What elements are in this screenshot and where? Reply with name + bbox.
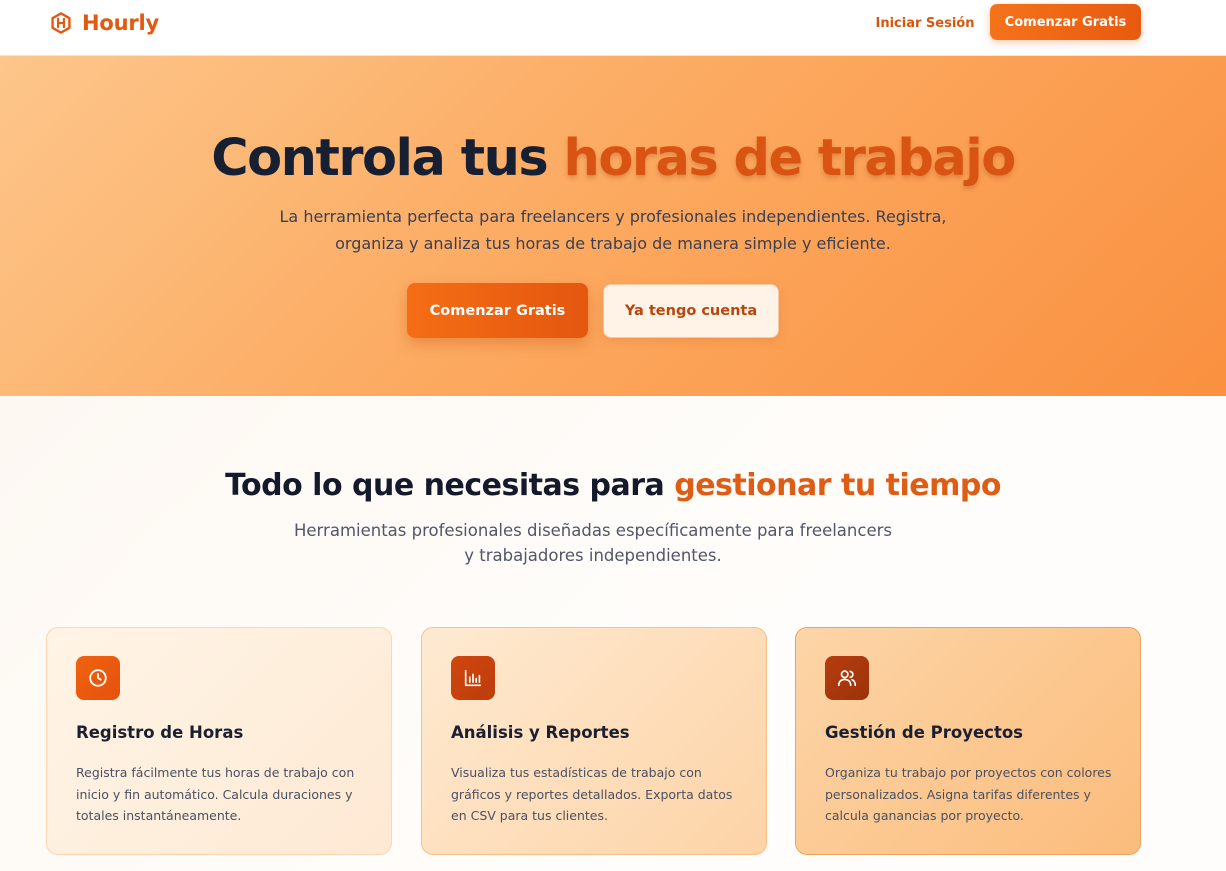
feature-card-analytics: Análisis y Reportes Visualiza tus estadí… xyxy=(421,627,767,855)
brand-name: Hourly xyxy=(82,11,159,35)
hero-section: Controla tus horas de trabajo La herrami… xyxy=(0,56,1226,396)
features-section: Todo lo que necesitas para gestionar tu … xyxy=(0,396,1226,871)
hero-subtitle: La herramienta perfecta para freelancers… xyxy=(279,207,947,253)
brand-link[interactable]: Hourly xyxy=(50,10,159,36)
feature-card-description: Organiza tu trabajo por proyectos con co… xyxy=(825,765,1112,823)
feature-card-title: Registro de Horas xyxy=(76,723,244,742)
users-icon xyxy=(825,656,869,700)
top-navbar: Hourly Iniciar Sesión Comenzar Gratis xyxy=(0,0,1226,56)
login-link[interactable]: Iniciar Sesión xyxy=(870,13,980,33)
features-subtitle: Herramientas profesionales diseñadas esp… xyxy=(294,521,892,565)
hero-title-plain: Controla tus xyxy=(211,129,564,188)
hero-title-accent: horas de trabajo xyxy=(563,129,1017,188)
clock-icon xyxy=(76,656,120,700)
feature-card-projects: Gestión de Proyectos Organiza tu trabajo… xyxy=(795,627,1141,855)
feature-card-description: Visualiza tus estadísticas de trabajo co… xyxy=(451,765,733,823)
feature-card-title: Gestión de Proyectos xyxy=(825,723,1024,742)
hexagon-h-logo-icon xyxy=(51,12,71,34)
nav-start-free-button[interactable]: Comenzar Gratis xyxy=(990,4,1141,40)
hero-title: Controla tus horas de trabajo xyxy=(0,126,1226,192)
bar-chart-icon xyxy=(451,656,495,700)
hero-start-free-button[interactable]: Comenzar Gratis xyxy=(407,283,588,338)
feature-card-title: Análisis y Reportes xyxy=(451,723,630,742)
feature-card-description: Registra fácilmente tus horas de trabajo… xyxy=(76,765,355,823)
features-title: Todo lo que necesitas para gestionar tu … xyxy=(0,468,1226,503)
hero-have-account-button[interactable]: Ya tengo cuenta xyxy=(603,284,779,338)
features-title-accent: gestionar tu tiempo xyxy=(674,468,1001,503)
features-title-plain: Todo lo que necesitas para xyxy=(225,468,675,503)
feature-card-time-tracking: Registro de Horas Registra fácilmente tu… xyxy=(46,627,392,855)
